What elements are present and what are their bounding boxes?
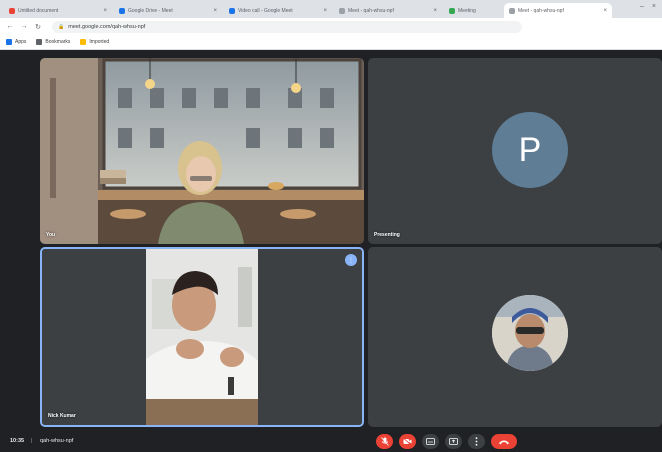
tab-label: Google Drive - Meet bbox=[128, 7, 173, 14]
separator: | bbox=[31, 438, 33, 444]
videocam-off-icon bbox=[403, 438, 412, 445]
meeting-time: 10:35 bbox=[10, 438, 25, 444]
browser-chrome: Untitled document × Google Drive - Meet … bbox=[0, 0, 662, 50]
bookmark-label: Apps bbox=[15, 39, 27, 45]
tab-label: Meet - qah-whsu-npf bbox=[518, 7, 564, 14]
browser-tab[interactable]: Untitled document × bbox=[4, 3, 112, 18]
bookmark-item[interactable]: Bookmarks bbox=[36, 39, 70, 45]
tab-favicon-icon bbox=[229, 7, 235, 14]
participant-tile-active[interactable]: ⋮ Nick Kumar bbox=[40, 247, 364, 427]
back-icon[interactable]: ← bbox=[6, 23, 14, 30]
more-options-button[interactable] bbox=[468, 434, 485, 449]
meeting-controls-bar: 10:35 | qah-whsu-npf bbox=[0, 432, 662, 452]
tab-close-icon[interactable]: × bbox=[433, 8, 437, 14]
folder-icon bbox=[80, 39, 87, 45]
browser-tab[interactable]: Video call - Google Meet × bbox=[224, 3, 332, 18]
tab-label: Video call - Google Meet bbox=[238, 7, 293, 14]
bookmark-label: Bookmarks bbox=[45, 39, 71, 45]
tab-label: Meet - qah-whsu-npf bbox=[348, 7, 394, 14]
address-bar: ← → ↻ 🔒 meet.google.com/qah-whsu-npf bbox=[0, 18, 662, 35]
mic-off-button[interactable] bbox=[376, 434, 393, 449]
camera-off-button[interactable] bbox=[399, 434, 416, 449]
participant-name: Presenting bbox=[374, 232, 400, 238]
tab-favicon-icon bbox=[339, 7, 345, 14]
lock-icon: 🔒 bbox=[58, 23, 65, 30]
folder-icon bbox=[36, 39, 43, 45]
mic-off-icon bbox=[380, 437, 389, 446]
minimize-icon[interactable]: – bbox=[640, 3, 644, 10]
tab-favicon-icon bbox=[119, 7, 125, 14]
captions-icon bbox=[426, 438, 435, 445]
more-icon bbox=[475, 437, 478, 446]
bookmark-label: Imported bbox=[89, 39, 110, 45]
bookmark-item[interactable]: Apps bbox=[6, 39, 26, 45]
bookmarks-bar: Apps Bookmarks Imported bbox=[0, 35, 662, 50]
bookmark-item[interactable]: Imported bbox=[80, 39, 109, 45]
tab-close-icon[interactable]: × bbox=[323, 8, 327, 14]
avatar bbox=[492, 295, 568, 371]
forward-icon[interactable]: → bbox=[20, 23, 28, 30]
browser-tab[interactable]: Meet - qah-whsu-npf × bbox=[334, 3, 442, 18]
tab-close-icon[interactable]: × bbox=[213, 8, 217, 14]
end-call-button[interactable] bbox=[491, 434, 517, 449]
captions-button[interactable] bbox=[422, 434, 439, 449]
close-window-icon[interactable]: × bbox=[652, 3, 656, 10]
present-button[interactable] bbox=[445, 434, 462, 449]
avatar-photo-image bbox=[492, 295, 568, 371]
participant-tile[interactable]: P Presenting bbox=[368, 58, 662, 244]
tab-favicon-icon bbox=[449, 7, 455, 14]
speaking-indicator-icon: ⋮ bbox=[345, 254, 357, 266]
participant-tile[interactable]: You bbox=[40, 58, 364, 244]
url-text: meet.google.com/qah-whsu-npf bbox=[68, 23, 146, 30]
browser-tab[interactable]: Google Drive - Meet × bbox=[114, 3, 222, 18]
tab-label: Meeting bbox=[458, 7, 476, 14]
tab-close-icon[interactable]: × bbox=[603, 8, 607, 14]
tab-close-icon[interactable]: × bbox=[103, 8, 107, 14]
browser-tab[interactable]: Meeting bbox=[444, 3, 502, 18]
avatar: P bbox=[492, 112, 568, 188]
apps-icon bbox=[6, 39, 12, 45]
meeting-code: qah-whsu-npf bbox=[40, 438, 74, 444]
window-controls: – × bbox=[640, 3, 656, 10]
tab-favicon-icon bbox=[509, 7, 515, 14]
browser-tab-active[interactable]: Meet - qah-whsu-npf × bbox=[504, 3, 612, 18]
reload-icon[interactable]: ↻ bbox=[34, 23, 42, 31]
call-controls bbox=[376, 434, 517, 449]
call-end-icon bbox=[499, 440, 509, 444]
participant-name: You bbox=[46, 232, 56, 238]
meet-stage: You P Presenting ⋮ Nick Kumar bbox=[0, 50, 662, 452]
tab-label: Untitled document bbox=[18, 7, 59, 14]
tab-strip: Untitled document × Google Drive - Meet … bbox=[0, 0, 662, 18]
participant-tile[interactable] bbox=[368, 247, 662, 427]
participant-name: Nick Kumar bbox=[48, 413, 76, 419]
present-icon bbox=[449, 438, 458, 445]
url-input[interactable]: 🔒 meet.google.com/qah-whsu-npf bbox=[52, 20, 522, 33]
tab-favicon-icon bbox=[9, 7, 15, 14]
avatar-initial: P bbox=[518, 130, 542, 169]
participant-video bbox=[42, 249, 362, 425]
participant-video bbox=[40, 58, 364, 244]
